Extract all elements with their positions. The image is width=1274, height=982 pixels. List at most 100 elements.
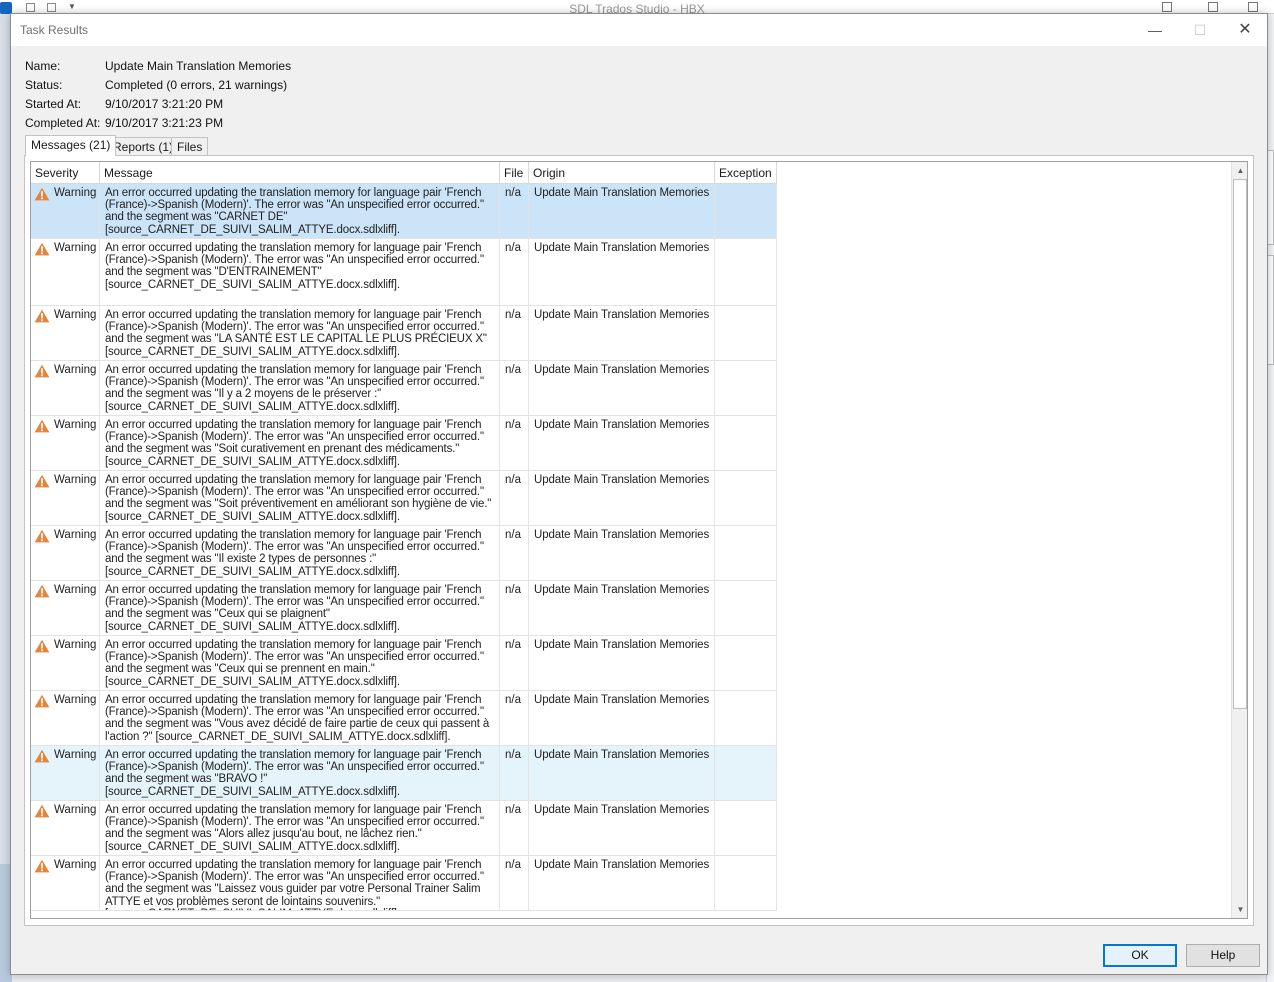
message-cell: An error occurred updating the translati… xyxy=(100,856,500,910)
severity-cell: Warning xyxy=(31,184,100,238)
started-at-value: 9/10/2017 3:21:20 PM xyxy=(105,97,224,111)
severity-cell: Warning xyxy=(31,306,100,360)
message-cell: An error occurred updating the translati… xyxy=(100,239,500,305)
message-cell: An error occurred updating the translati… xyxy=(100,416,500,470)
table-row[interactable]: Warning An error occurred updating the tr… xyxy=(31,416,777,471)
severity-cell: Warning xyxy=(31,581,100,635)
severity-cell: Warning xyxy=(31,801,100,855)
severity-text: Warning xyxy=(54,529,97,541)
exception-cell xyxy=(715,526,777,580)
severity-text: Warning xyxy=(54,804,97,816)
message-cell: An error occurred updating the translati… xyxy=(100,526,500,580)
severity-cell: Warning xyxy=(31,361,100,415)
file-cell: n/a xyxy=(500,416,529,470)
background-side-tab[interactable] xyxy=(1267,150,1274,245)
origin-cell: Update Main Translation Memories xyxy=(529,636,715,690)
close-icon[interactable]: ✕ xyxy=(1234,20,1256,40)
table-row[interactable]: Warning An error occurred updating the tr… xyxy=(31,746,777,801)
file-cell: n/a xyxy=(500,361,529,415)
warning-icon xyxy=(34,639,50,653)
origin-cell: Update Main Translation Memories xyxy=(529,361,715,415)
grid-header: Severity Message File Origin Exception xyxy=(31,162,777,184)
severity-cell: Warning xyxy=(31,239,100,305)
message-cell: An error occurred updating the translati… xyxy=(100,471,500,525)
severity-text: Warning xyxy=(54,309,97,321)
scroll-thumb[interactable] xyxy=(1233,179,1247,709)
warning-icon xyxy=(34,529,50,543)
severity-text: Warning xyxy=(54,419,97,431)
close-window-icon[interactable] xyxy=(1248,2,1258,12)
message-cell: An error occurred updating the translati… xyxy=(100,691,500,745)
severity-text: Warning xyxy=(54,187,97,199)
table-row[interactable]: Warning An error occurred updating the tr… xyxy=(31,306,777,361)
severity-cell: Warning xyxy=(31,416,100,470)
messages-grid: Severity Message File Origin Exception W… xyxy=(30,161,1248,919)
severity-text: Warning xyxy=(54,694,97,706)
table-row[interactable]: Warning An error occurred updating the tr… xyxy=(31,856,777,911)
scroll-up-icon[interactable]: ▲ xyxy=(1232,162,1247,179)
message-cell: An error occurred updating the translati… xyxy=(100,184,500,238)
file-cell: n/a xyxy=(500,856,529,910)
message-cell: An error occurred updating the translati… xyxy=(100,361,500,415)
severity-cell: Warning xyxy=(31,526,100,580)
background-app-titlebar: ▼ SDL Trados Studio - HBX xyxy=(0,0,1274,15)
severity-cell: Warning xyxy=(31,471,100,525)
warning-icon xyxy=(34,187,50,201)
table-row[interactable]: Warning An error occurred updating the tr… xyxy=(31,471,777,526)
table-row[interactable]: Warning An error occurred updating the tr… xyxy=(31,184,777,239)
table-row[interactable]: Warning An error occurred updating the tr… xyxy=(31,361,777,416)
severity-text: Warning xyxy=(54,639,97,651)
status-label: Status: xyxy=(25,78,63,92)
file-cell: n/a xyxy=(500,184,529,238)
dialog-title: Task Results xyxy=(20,23,89,37)
message-cell: An error occurred updating the translati… xyxy=(100,581,500,635)
column-header-message[interactable]: Message xyxy=(100,162,500,184)
origin-cell: Update Main Translation Memories xyxy=(529,801,715,855)
table-row[interactable]: Warning An error occurred updating the tr… xyxy=(31,691,777,746)
table-row[interactable]: Warning An error occurred updating the tr… xyxy=(31,581,777,636)
origin-cell: Update Main Translation Memories xyxy=(529,471,715,525)
message-cell: An error occurred updating the translati… xyxy=(100,306,500,360)
maximize-icon: ☐ xyxy=(1193,22,1207,38)
severity-cell: Warning xyxy=(31,636,100,690)
severity-text: Warning xyxy=(54,749,97,761)
origin-cell: Update Main Translation Memories xyxy=(529,416,715,470)
table-row[interactable]: Warning An error occurred updating the tr… xyxy=(31,239,777,306)
severity-text: Warning xyxy=(54,584,97,596)
message-cell: An error occurred updating the translati… xyxy=(100,746,500,800)
severity-text: Warning xyxy=(54,364,97,376)
help-window-icon[interactable] xyxy=(1162,2,1172,12)
warning-icon xyxy=(34,309,50,323)
exception-cell xyxy=(715,239,777,305)
origin-cell: Update Main Translation Memories xyxy=(529,306,715,360)
messages-panel: Severity Message File Origin Exception W… xyxy=(24,155,1254,926)
scroll-down-icon[interactable]: ▼ xyxy=(1232,901,1247,918)
table-row[interactable]: Warning An error occurred updating the tr… xyxy=(31,526,777,581)
exception-cell xyxy=(715,856,777,910)
tab-reports[interactable]: Reports (1) xyxy=(107,137,180,157)
background-side-tab[interactable] xyxy=(1267,255,1274,365)
table-row[interactable]: Warning An error occurred updating the tr… xyxy=(31,636,777,691)
table-row[interactable]: Warning An error occurred updating the tr… xyxy=(31,801,777,856)
tab-files[interactable]: Files xyxy=(171,137,209,157)
restore-window-icon[interactable] xyxy=(1208,2,1218,12)
minimize-icon[interactable]: — xyxy=(1144,20,1166,40)
warning-icon xyxy=(34,584,50,598)
column-header-file[interactable]: File xyxy=(500,162,529,184)
warning-icon xyxy=(34,694,50,708)
grid-vertical-scrollbar[interactable]: ▲ ▼ xyxy=(1231,162,1247,918)
tab-messages[interactable]: Messages (21) xyxy=(25,135,117,156)
exception-cell xyxy=(715,746,777,800)
file-cell: n/a xyxy=(500,691,529,745)
severity-text: Warning xyxy=(54,242,97,254)
help-button[interactable]: Help xyxy=(1186,944,1260,967)
column-header-exception[interactable]: Exception xyxy=(715,162,777,184)
exception-cell xyxy=(715,416,777,470)
warning-icon xyxy=(34,804,50,818)
origin-cell: Update Main Translation Memories xyxy=(529,239,715,305)
exception-cell xyxy=(715,306,777,360)
column-header-origin[interactable]: Origin xyxy=(529,162,715,184)
ok-button[interactable]: OK xyxy=(1103,944,1177,967)
warning-icon xyxy=(34,749,50,763)
column-header-severity[interactable]: Severity xyxy=(31,162,100,184)
